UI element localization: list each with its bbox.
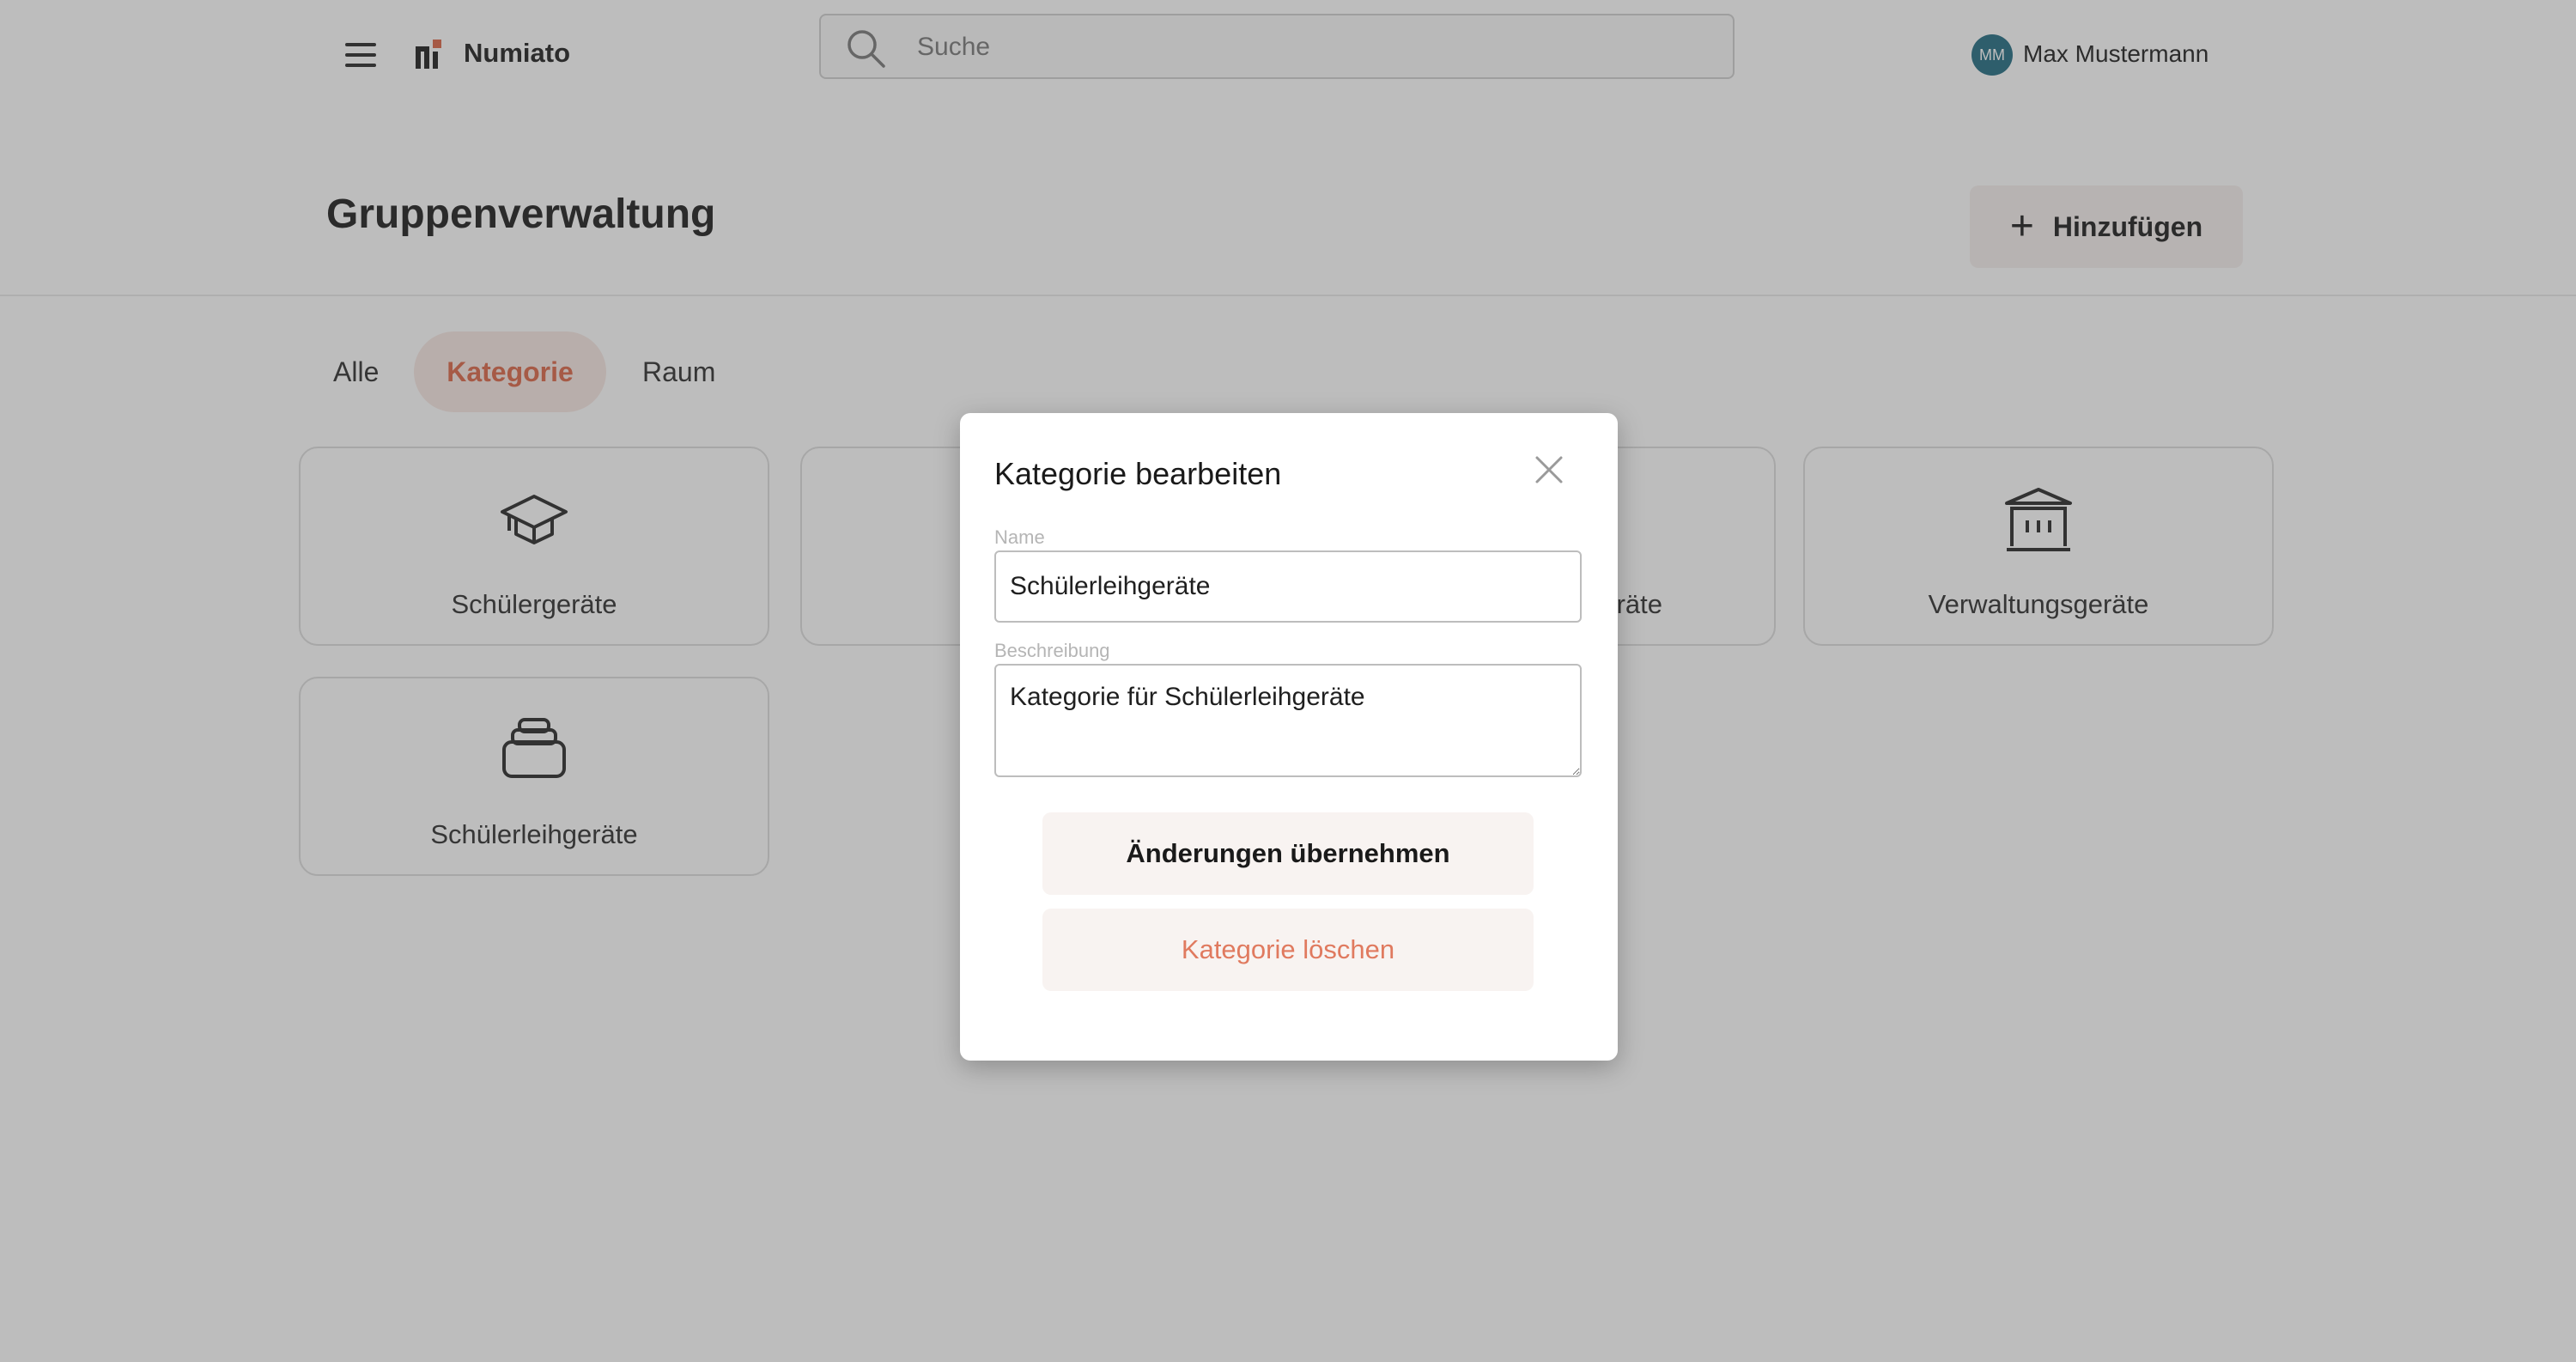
delete-category-button[interactable]: Kategorie löschen: [1042, 909, 1534, 991]
dialog-title: Kategorie bearbeiten: [994, 456, 1282, 491]
description-textarea[interactable]: Kategorie für Schülerleihgeräte: [994, 664, 1582, 777]
apply-changes-button[interactable]: Änderungen übernehmen: [1042, 812, 1534, 895]
close-icon[interactable]: [1530, 451, 1568, 489]
description-label: Beschreibung: [994, 640, 1110, 661]
name-label: Name: [994, 526, 1045, 548]
edit-category-dialog: Kategorie bearbeiten Name Beschreibung K…: [960, 413, 1618, 1061]
name-input[interactable]: [994, 550, 1582, 623]
